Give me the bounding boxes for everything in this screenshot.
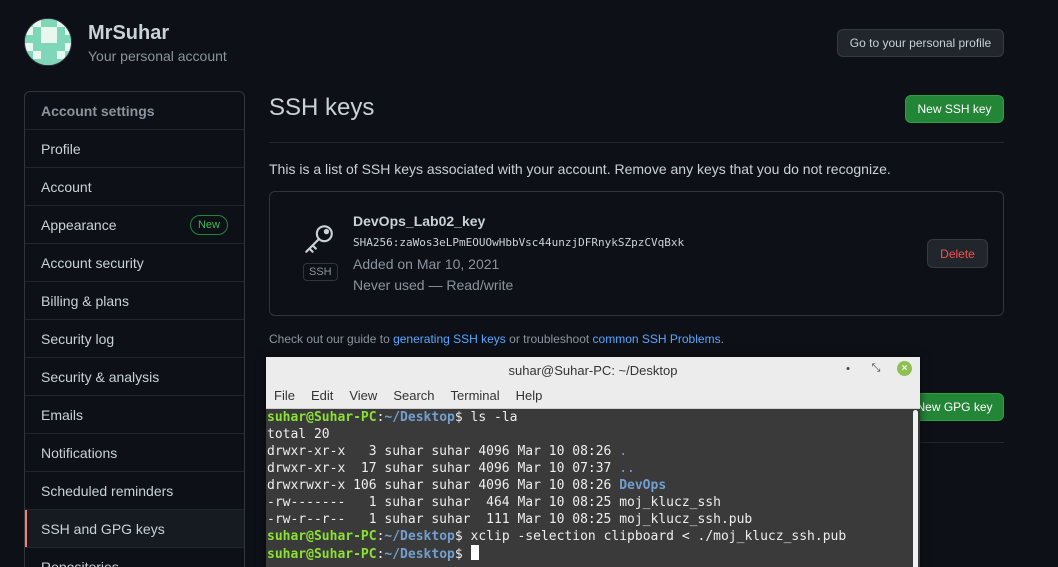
terminal-line: suhar@Suhar-PC:~/Desktop$ [267,545,911,563]
sidebar-item-label: Repositories [41,558,119,567]
sidebar-item-emails[interactable]: Emails [25,396,244,434]
menu-help[interactable]: Help [516,388,543,403]
ls-row: drwxr-xr-x 17 suhar suhar 4096 Mar 10 07… [267,461,620,476]
sidebar-item-label: SSH and GPG keys [41,520,165,537]
prompt-end: $ [454,410,471,425]
prompt-end: $ [454,529,471,544]
terminal-menubar: File Edit View Search Terminal Help [266,383,920,409]
sidebar-item-repositories[interactable]: Repositories [25,548,244,567]
sidebar-item-scheduled-reminders[interactable]: Scheduled reminders [25,472,244,510]
sidebar-item-label: Appearance [41,216,117,233]
terminal-scrollbar[interactable] [913,410,918,567]
menu-search[interactable]: Search [393,388,434,403]
sidebar-item-ssh-gpg-keys[interactable]: SSH and GPG keys [25,510,244,548]
key-title: DevOps_Lab02_key [353,213,486,229]
ls-row: drwxr-xr-x 3 suhar suhar 4096 Mar 10 08:… [267,444,620,459]
prompt-end: $ [454,547,471,562]
terminal-title: suhar@Suhar-PC: ~/Desktop [508,362,678,378]
ls-name: . [619,444,628,459]
ls-row: -rw-r--r-- 1 suhar suhar 111 Mar 10 08:2… [267,512,620,527]
terminal-titlebar[interactable]: suhar@Suhar-PC: ~/Desktop • ⤡ × [266,357,920,383]
terminal-output[interactable]: suhar@Suhar-PC:~/Desktop$ ls -la total 20… [266,409,912,567]
ssh-type-badge: SSH [303,263,338,281]
generating-ssh-keys-link[interactable]: generating SSH keys [393,332,506,346]
prompt-path: ~/Desktop [384,547,455,562]
guide-middle: or troubleshoot [505,332,593,346]
guide-prefix: Check out our guide to [269,332,394,346]
ls-name: .. [619,461,635,476]
menu-terminal[interactable]: Terminal [451,388,500,403]
sidebar-item-appearance[interactable]: Appearance New [25,206,244,244]
sidebar-item-label: Account [41,178,92,195]
sidebar-heading: Account settings [25,92,244,130]
ls-name: moj_klucz_ssh [619,495,721,510]
prompt-path: ~/Desktop [384,529,455,544]
sidebar-item-label: Account security [41,254,144,271]
key-fingerprint: SHA256:zaWos3eLPmEOUOwHbbVsc44unzjDFRnyk… [353,236,685,249]
sidebar-item-account[interactable]: Account [25,168,244,206]
menu-view[interactable]: View [349,388,377,403]
go-to-profile-button[interactable]: Go to your personal profile [837,29,1004,57]
settings-sidebar: Account settings Profile Account Appeara… [24,91,245,567]
common-ssh-problems-link[interactable]: common SSH Problems [593,332,721,346]
sidebar-item-notifications[interactable]: Notifications [25,434,244,472]
new-ssh-key-button[interactable]: New SSH key [905,95,1004,123]
ls-row: -rw------- 1 suhar suhar 464 Mar 10 08:2… [267,495,620,510]
account-name: MrSuhar [88,21,170,44]
minimize-icon[interactable]: • [841,363,855,375]
terminal-line: suhar@Suhar-PC:~/Desktop$ xclip -selecti… [267,528,911,545]
guide-suffix: . [720,332,724,346]
avatar[interactable] [24,18,72,66]
sidebar-item-profile[interactable]: Profile [25,130,244,168]
sidebar-item-label: Security & analysis [41,368,160,385]
terminal-line: drwxr-xr-x 3 suhar suhar 4096 Mar 10 08:… [267,443,911,460]
key-added-date: Added on Mar 10, 2021 [353,256,500,272]
command: ls -la [470,410,518,425]
account-header: MrSuhar Your personal account [24,18,227,66]
sidebar-item-security-log[interactable]: Security log [25,320,244,358]
sidebar-item-label: Emails [41,406,84,423]
ls-name: moj_klucz_ssh.pub [619,512,753,527]
prompt-user: suhar@Suhar-PC [267,547,377,562]
prompt-path: ~/Desktop [384,410,455,425]
divider [269,142,1004,143]
menu-edit[interactable]: Edit [311,388,333,403]
sidebar-item-security-analysis[interactable]: Security & analysis [25,358,244,396]
sidebar-item-label: Profile [41,140,81,157]
ls-row: drwxrwxr-x 106 suhar suhar 4096 Mar 10 0… [267,478,620,493]
sidebar-item-label: Scheduled reminders [41,482,174,499]
delete-key-button[interactable]: Delete [927,239,988,268]
terminal-line: drwxr-xr-x 17 suhar suhar 4096 Mar 10 07… [267,460,911,477]
menu-file[interactable]: File [274,388,295,403]
page-title: SSH keys [269,94,375,121]
ssh-key-card: SSH DevOps_Lab02_key SHA256:zaWos3eLPmEO… [269,191,1004,316]
terminal-window[interactable]: suhar@Suhar-PC: ~/Desktop • ⤡ × File Edi… [266,357,920,567]
ls-name: DevOps [619,478,667,493]
maximize-icon[interactable]: ⤡ [869,362,883,375]
terminal-line: suhar@Suhar-PC:~/Desktop$ ls -la [267,409,911,426]
key-icon [305,225,333,253]
key-usage: Never used — Read/write [353,277,514,293]
new-badge: New [189,214,228,235]
sidebar-item-label: Billing & plans [41,292,129,309]
ssh-guide-text: Check out our guide to generating SSH ke… [269,332,724,346]
prompt-user: suhar@Suhar-PC [267,410,377,425]
terminal-line: total 20 [267,427,330,442]
text-cursor [470,545,479,560]
account-subtitle: Your personal account [88,47,227,64]
terminal-line: drwxrwxr-x 106 suhar suhar 4096 Mar 10 0… [267,477,911,494]
sidebar-item-billing[interactable]: Billing & plans [25,282,244,320]
sidebar-item-label: Notifications [41,444,118,461]
sidebar-item-label: Security log [41,330,115,347]
command: xclip -selection clipboard < ./moj_klucz… [470,529,847,544]
ssh-intro-text: This is a list of SSH keys associated wi… [269,161,891,177]
prompt-user: suhar@Suhar-PC [267,529,377,544]
terminal-line: -rw------- 1 suhar suhar 464 Mar 10 08:2… [267,494,911,511]
terminal-line: -rw-r--r-- 1 suhar suhar 111 Mar 10 08:2… [267,511,911,528]
sidebar-item-account-security[interactable]: Account security [25,244,244,282]
close-icon[interactable]: × [897,361,912,376]
